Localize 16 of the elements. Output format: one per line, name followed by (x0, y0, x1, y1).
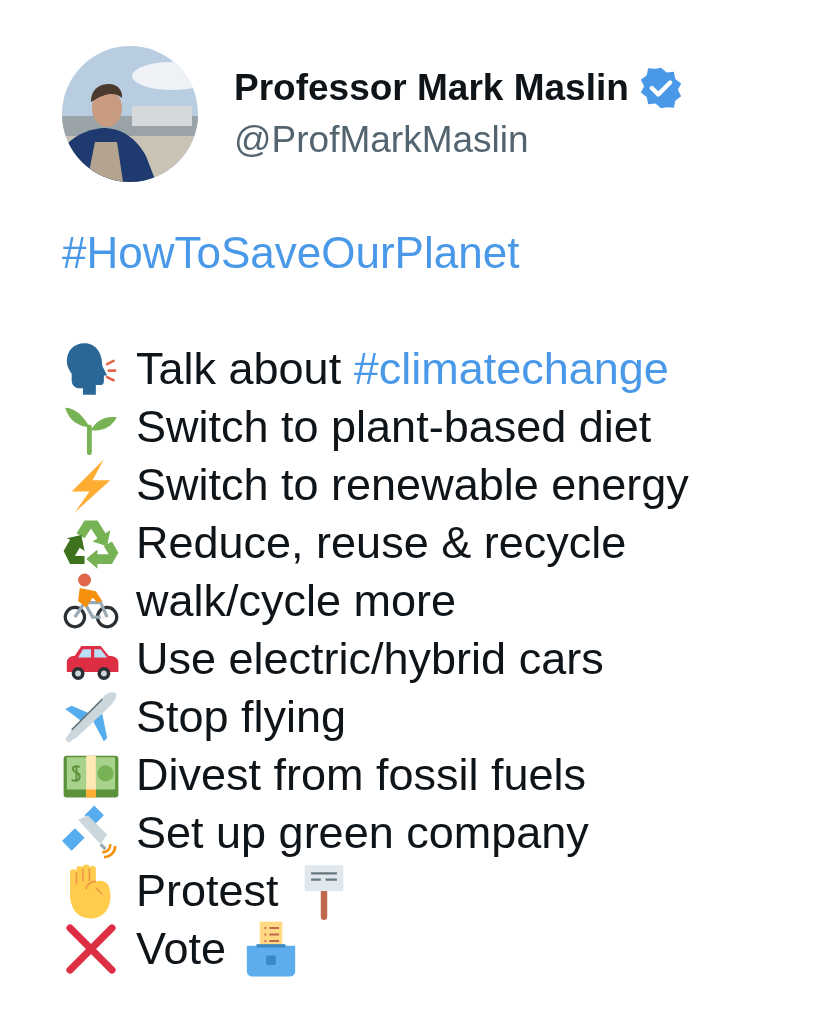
list-line: Use electric/hybrid cars (136, 632, 604, 686)
hashtag-link[interactable]: #climatechange (353, 343, 669, 394)
author-handle[interactable]: @ProfMarkMaslin (234, 116, 683, 164)
list-line: Divest from fossil fuels (136, 748, 587, 802)
list-line: Stop flying (136, 690, 347, 744)
hashtag-link[interactable]: #HowToSaveOurPlanet (62, 228, 520, 277)
cyclist-icon (62, 572, 120, 630)
list-line: Vote (136, 922, 227, 976)
author-name: Professor Mark Maslin (234, 66, 629, 110)
list-line: Talk about #climatechange (136, 342, 669, 396)
list-line: Reduce, reuse & recycle (136, 516, 627, 570)
list-line: walk/cycle more (136, 574, 457, 628)
list-line: Protest (136, 864, 279, 918)
list-line: Set up green company (136, 806, 589, 860)
list-line: Switch to renewable energy (136, 458, 689, 512)
list-line: Switch to plant-based diet (136, 400, 652, 454)
